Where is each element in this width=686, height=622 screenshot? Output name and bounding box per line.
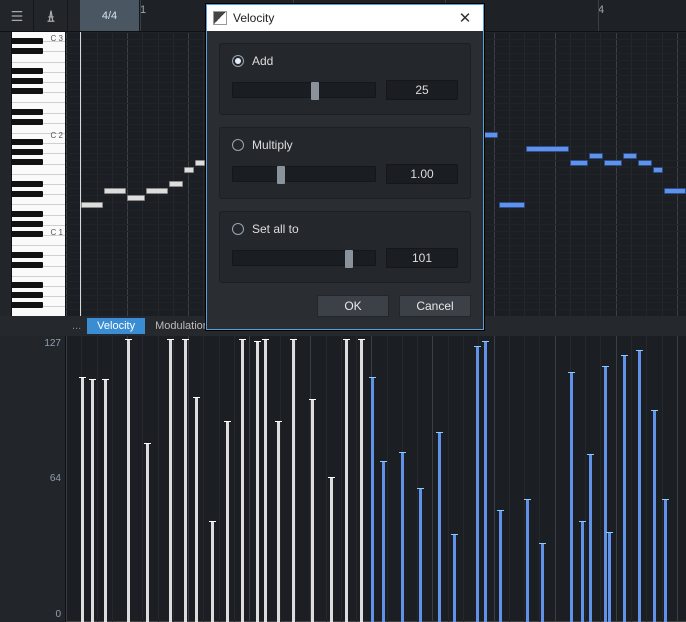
tool-list-icon[interactable] [0, 0, 34, 31]
time-signature[interactable]: 4/4 [80, 0, 140, 31]
piano-keyboard[interactable]: C 3 C 2 C 1 [12, 32, 66, 316]
midi-note[interactable] [638, 160, 652, 166]
velocity-bar[interactable] [330, 478, 333, 622]
tab-velocity[interactable]: Velocity [87, 318, 145, 334]
radio-setall[interactable] [232, 223, 244, 235]
velocity-bar[interactable] [371, 378, 374, 622]
velocity-bar[interactable] [226, 422, 229, 622]
velocity-bar[interactable] [499, 511, 502, 622]
midi-note[interactable] [589, 153, 603, 159]
key-label: C 2 [51, 131, 63, 140]
velocity-bar[interactable] [526, 500, 529, 622]
midi-note[interactable] [623, 153, 637, 159]
value-multiply[interactable]: 1.00 [386, 164, 458, 184]
ok-button[interactable]: OK [317, 295, 389, 317]
group-setall: Set all to 101 [219, 211, 471, 283]
velocity-bar[interactable] [169, 340, 172, 622]
velocity-bar[interactable] [241, 340, 244, 622]
velocity-bar[interactable] [419, 489, 422, 622]
velocity-dialog: Velocity ✕ Add 25 Multiply [206, 4, 484, 330]
slider-setall[interactable] [232, 250, 376, 266]
label-multiply: Multiply [252, 138, 293, 152]
left-gutter [0, 32, 12, 316]
velocity-bar[interactable] [653, 411, 656, 622]
value-add[interactable]: 25 [386, 80, 458, 100]
velocity-bar[interactable] [360, 340, 363, 622]
group-add: Add 25 [219, 43, 471, 115]
velocity-bar[interactable] [264, 340, 267, 622]
group-multiply: Multiply 1.00 [219, 127, 471, 199]
label-setall: Set all to [252, 222, 299, 236]
velocity-bar[interactable] [146, 444, 149, 622]
velocity-bar[interactable] [608, 533, 611, 622]
playhead[interactable] [80, 32, 81, 316]
cancel-button[interactable]: Cancel [399, 295, 471, 317]
velocity-bar[interactable] [256, 342, 259, 622]
midi-note[interactable] [127, 195, 145, 201]
key-label: C 3 [51, 34, 63, 43]
label-add: Add [252, 54, 273, 68]
dialog-app-icon [213, 11, 227, 25]
key-label: C 1 [51, 228, 63, 237]
radio-add[interactable] [232, 55, 244, 67]
velocity-bar[interactable] [277, 422, 280, 622]
velocity-bar[interactable] [623, 356, 626, 622]
y-min: 0 [55, 609, 61, 620]
velocity-bar[interactable] [195, 398, 198, 622]
close-icon[interactable]: ✕ [453, 9, 477, 27]
velocity-bar[interactable] [292, 340, 295, 622]
velocity-bar[interactable] [127, 340, 130, 622]
velocity-bar[interactable] [438, 433, 441, 622]
velocity-bar[interactable] [589, 455, 592, 622]
velocity-bar[interactable] [104, 380, 107, 622]
automation-pane: 127 64 0 [0, 336, 686, 622]
velocity-y-axis: 127 64 0 [0, 336, 66, 622]
tabs-more-icon[interactable]: ... [66, 320, 87, 332]
midi-note[interactable] [184, 167, 194, 173]
velocity-bar[interactable] [541, 544, 544, 622]
y-max: 127 [44, 338, 61, 349]
midi-note[interactable] [526, 146, 569, 152]
velocity-bar[interactable] [581, 522, 584, 622]
velocity-bar[interactable] [81, 378, 84, 622]
velocity-bar[interactable] [401, 453, 404, 622]
velocity-bar[interactable] [311, 400, 314, 622]
y-mid: 64 [50, 473, 61, 484]
dialog-title: Velocity [233, 11, 453, 25]
midi-note[interactable] [104, 188, 126, 194]
midi-note[interactable] [653, 167, 663, 173]
slider-add[interactable] [232, 82, 376, 98]
velocity-bar[interactable] [184, 340, 187, 622]
velocity-bar[interactable] [570, 373, 573, 622]
velocity-bar[interactable] [476, 347, 479, 622]
velocity-bar[interactable] [382, 462, 385, 622]
tool-tempo-icon[interactable] [34, 0, 68, 31]
midi-note[interactable] [664, 188, 686, 194]
velocity-bar[interactable] [664, 500, 667, 622]
velocity-bar[interactable] [211, 522, 214, 622]
velocity-bar[interactable] [91, 380, 94, 622]
velocity-lane[interactable] [66, 336, 686, 622]
value-setall[interactable]: 101 [386, 248, 458, 268]
slider-multiply[interactable] [232, 166, 376, 182]
velocity-bar[interactable] [345, 340, 348, 622]
midi-note[interactable] [146, 188, 168, 194]
velocity-bar[interactable] [484, 342, 487, 622]
midi-note[interactable] [499, 202, 525, 208]
velocity-bar[interactable] [638, 351, 641, 622]
velocity-bar[interactable] [604, 367, 607, 622]
midi-note[interactable] [195, 160, 205, 166]
radio-multiply[interactable] [232, 139, 244, 151]
midi-note[interactable] [169, 181, 183, 187]
midi-note[interactable] [604, 160, 622, 166]
dialog-titlebar[interactable]: Velocity ✕ [207, 5, 483, 31]
midi-note[interactable] [81, 202, 103, 208]
midi-note[interactable] [570, 160, 588, 166]
velocity-bar[interactable] [453, 535, 456, 622]
